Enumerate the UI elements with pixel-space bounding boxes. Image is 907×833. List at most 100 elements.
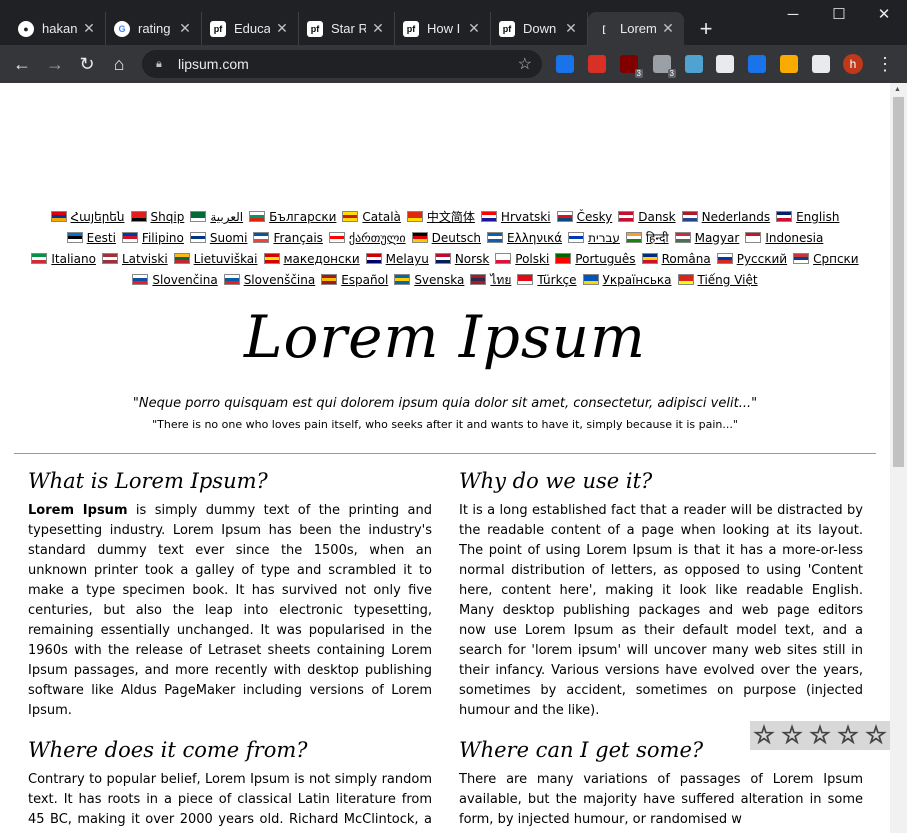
language-link[interactable]: Deutsch <box>411 228 481 249</box>
language-name[interactable]: English <box>796 210 839 224</box>
language-name[interactable]: Româna <box>662 252 711 266</box>
star-icon[interactable]: ☆ <box>809 721 831 750</box>
language-name[interactable]: Türkçe <box>537 273 576 287</box>
language-link[interactable]: Česky <box>556 207 613 228</box>
language-name[interactable]: Polski <box>515 252 549 266</box>
language-name[interactable]: Shqip <box>151 210 185 224</box>
back-button[interactable]: ← <box>10 52 34 76</box>
language-link[interactable]: Українська <box>582 270 672 291</box>
language-name[interactable]: Français <box>273 231 322 245</box>
profile-avatar[interactable]: h <box>843 54 863 74</box>
language-link[interactable]: Español <box>321 270 388 291</box>
language-link[interactable]: العربية <box>190 207 243 228</box>
language-link[interactable]: Slovenčina <box>132 270 218 291</box>
language-link[interactable]: Latviski <box>101 249 168 270</box>
language-name[interactable]: ქართული <box>349 231 406 245</box>
minimize-icon[interactable]: ─ <box>770 4 816 26</box>
browser-tab[interactable]: pf How I ✕ <box>395 12 491 45</box>
tab-close-icon[interactable]: ✕ <box>370 20 386 37</box>
language-link[interactable]: 中文简体 <box>406 207 475 228</box>
language-link[interactable]: Nederlands <box>681 207 770 228</box>
language-name[interactable]: Svenska <box>414 273 464 287</box>
language-name[interactable]: Slovenščina <box>244 273 316 287</box>
language-link[interactable]: Српски <box>793 249 859 270</box>
language-name[interactable]: Lietuviškai <box>194 252 258 266</box>
language-name[interactable]: Eesti <box>87 231 116 245</box>
language-link[interactable]: Türkçe <box>517 270 577 291</box>
language-link[interactable]: македонски <box>263 249 360 270</box>
language-link[interactable]: Magyar <box>674 228 739 249</box>
language-name[interactable]: ไทย <box>490 273 511 287</box>
language-name[interactable]: Українська <box>603 273 672 287</box>
tab-close-icon[interactable]: ✕ <box>660 20 676 37</box>
language-link[interactable]: Italiano <box>31 249 96 270</box>
address-bar[interactable]: 🔒︎ lipsum.com ☆ <box>142 50 542 78</box>
language-link[interactable]: Filipino <box>121 228 184 249</box>
tab-close-icon[interactable]: ✕ <box>81 20 97 37</box>
language-name[interactable]: Deutsch <box>432 231 481 245</box>
browser-tab[interactable]: pf Star R ✕ <box>299 12 395 45</box>
window-extension-icon[interactable] <box>748 55 766 73</box>
browser-tab[interactable]: ● hakan ✕ <box>10 12 106 45</box>
language-name[interactable]: हिन्दी <box>646 231 669 245</box>
scrollbar-thumb[interactable] <box>893 97 904 467</box>
language-name[interactable]: Български <box>269 210 336 224</box>
tab-close-icon[interactable]: ✕ <box>177 20 193 37</box>
menu-kebab-icon[interactable]: ⋮ <box>873 52 897 76</box>
language-name[interactable]: العربية <box>210 210 243 224</box>
language-name[interactable]: Italiano <box>51 252 96 266</box>
colorful-extension-icon[interactable] <box>780 55 798 73</box>
language-name[interactable]: Dansk <box>638 210 675 224</box>
browser-tab[interactable]: [Lorem ✕ <box>588 12 684 45</box>
language-link[interactable]: Български <box>249 207 336 228</box>
language-name[interactable]: Tiếng Việt <box>698 273 758 287</box>
maximize-icon[interactable]: ☐ <box>816 4 862 26</box>
browser-tab[interactable]: pf Educa ✕ <box>202 12 299 45</box>
forward-button[interactable]: → <box>43 52 67 76</box>
language-link[interactable]: Eesti <box>66 228 116 249</box>
language-link[interactable]: Lietuviškai <box>173 249 258 270</box>
close-window-icon[interactable]: ✕ <box>861 4 907 26</box>
language-name[interactable]: Српски <box>813 252 859 266</box>
page-scrollbar[interactable]: ▲ <box>890 83 907 833</box>
language-name[interactable]: Indonesia <box>765 231 823 245</box>
ublock-icon[interactable]: 3 <box>620 55 643 78</box>
language-link[interactable]: Català <box>342 207 401 228</box>
language-link[interactable]: Tiếng Việt <box>677 270 758 291</box>
language-link[interactable]: Indonesia <box>745 228 823 249</box>
scroll-up-icon[interactable]: ▲ <box>894 86 901 93</box>
home-button[interactable]: ⌂ <box>107 52 131 76</box>
language-link[interactable]: Melayu <box>365 249 429 270</box>
language-name[interactable]: Latviski <box>122 252 168 266</box>
browser-tab[interactable]: Grating ✕ <box>106 12 202 45</box>
language-link[interactable]: Français <box>253 228 323 249</box>
extensions-puzzle-icon[interactable] <box>812 55 830 73</box>
language-link[interactable]: עברית <box>568 228 620 249</box>
language-link[interactable]: Polski <box>495 249 549 270</box>
language-name[interactable]: Česky <box>577 210 613 224</box>
language-link[interactable]: Հայերեն <box>50 207 125 228</box>
language-name[interactable]: עברית <box>588 231 620 245</box>
owl-extension-icon[interactable] <box>685 55 703 73</box>
arrow-extension-icon[interactable] <box>556 55 574 73</box>
bookmark-extension-icon[interactable] <box>588 55 606 73</box>
reload-button[interactable]: ↻ <box>75 52 99 76</box>
language-name[interactable]: Ελληνικά <box>507 231 562 245</box>
compass-extension-icon[interactable] <box>716 55 734 73</box>
url-text[interactable]: lipsum.com <box>178 56 518 72</box>
language-link[interactable]: Româna <box>641 249 711 270</box>
language-name[interactable]: Հայերեն <box>71 210 125 224</box>
language-link[interactable]: Norsk <box>434 249 489 270</box>
language-link[interactable]: Shqip <box>130 207 185 228</box>
puzzle-gear-extension-icon[interactable]: 3 <box>653 55 676 78</box>
bookmark-star-icon[interactable]: ☆ <box>518 54 532 74</box>
star-icon[interactable]: ☆ <box>837 721 859 750</box>
language-name[interactable]: Filipino <box>142 231 184 245</box>
language-name[interactable]: 中文简体 <box>427 210 475 224</box>
language-name[interactable]: македонски <box>284 252 360 266</box>
language-link[interactable]: Suomi <box>189 228 247 249</box>
language-name[interactable]: Hrvatski <box>501 210 551 224</box>
language-name[interactable]: Português <box>575 252 635 266</box>
language-link[interactable]: Hrvatski <box>480 207 551 228</box>
star-icon[interactable]: ☆ <box>865 721 887 750</box>
